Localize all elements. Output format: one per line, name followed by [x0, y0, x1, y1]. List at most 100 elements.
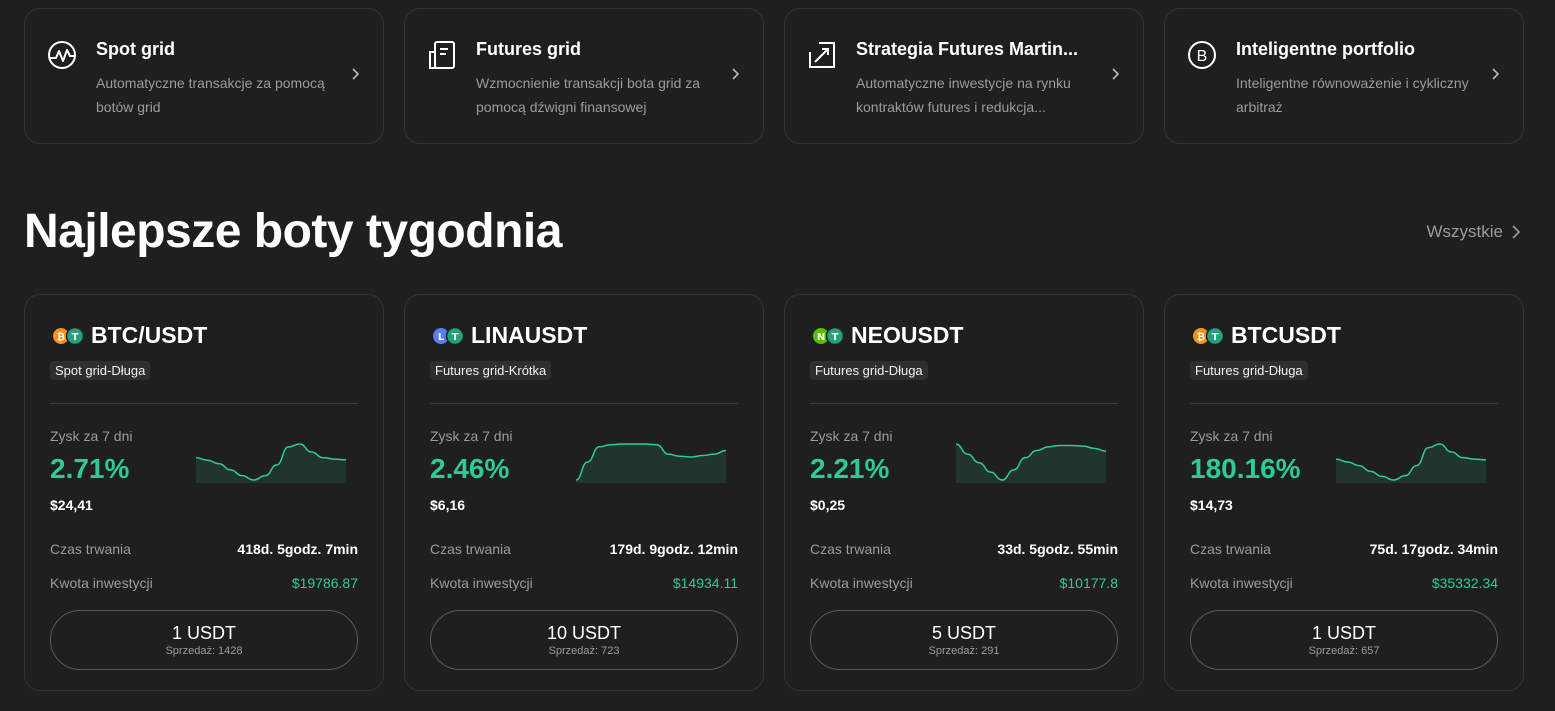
divider	[430, 403, 738, 404]
svg-text:₿: ₿	[57, 331, 65, 343]
strategy-desc: Automatyczne transakcje za pomocą botów …	[96, 75, 325, 115]
bot-card[interactable]: ₿ T BTCUSDT Futures grid-Długa Zysk za 7…	[1164, 294, 1524, 691]
divider	[50, 403, 358, 404]
pair-name: NEOUSDT	[851, 322, 964, 348]
investment-label: Kwota inwestycji	[430, 575, 533, 591]
svg-text:₿: ₿	[1197, 331, 1205, 343]
strategy-card-smart-portfolio[interactable]: B Inteligentne portfolio Inteligentne ró…	[1164, 8, 1524, 144]
document-icon	[429, 41, 455, 69]
svg-text:B: B	[1197, 48, 1208, 65]
profit-label: Zysk za 7 dni	[810, 428, 893, 444]
pair-name: BTC/USDT	[91, 322, 208, 348]
chart-wave-icon	[48, 41, 76, 69]
pair-name: LINAUSDT	[471, 322, 588, 348]
strategy-tag: Futures grid-Długa	[810, 361, 928, 380]
svg-text:T: T	[832, 332, 839, 343]
bot-card[interactable]: L T LINAUSDT Futures grid-Krótka Zysk za…	[404, 294, 764, 691]
profit-usd: $14,73	[1190, 497, 1233, 513]
sold-count: Sprzedaż: 657	[1308, 645, 1380, 657]
chevron-right-icon	[732, 68, 740, 80]
coin-b-icon: B	[1188, 41, 1216, 69]
chevron-right-icon	[1492, 68, 1500, 80]
price-label: 10 USDT	[546, 623, 622, 643]
duration-value: 179d. 9godz. 12min	[609, 541, 738, 557]
svg-text:T: T	[72, 332, 79, 343]
profit-label: Zysk za 7 dni	[50, 428, 133, 444]
section-title: Najlepsze boty tygodnia	[24, 205, 562, 258]
see-all-label: Wszystkie	[1426, 222, 1504, 241]
coin-pair-icon: ₿ T	[1193, 326, 1225, 346]
sold-count: Sprzedaż: 1428	[165, 645, 243, 657]
investment-label: Kwota inwestycji	[50, 575, 153, 591]
investment-value: $19786.87	[291, 575, 358, 591]
strategy-card-spot-grid[interactable]: Spot grid Automatyczne transakcje za pom…	[24, 8, 384, 144]
copy-bot-button[interactable]: 10 USDT Sprzedaż: 723	[430, 610, 738, 670]
duration-label: Czas trwania	[430, 541, 511, 557]
sparkline-area	[576, 444, 726, 483]
svg-text:T: T	[452, 332, 459, 343]
copy-bot-button[interactable]: 1 USDT Sprzedaż: 1428	[50, 610, 358, 670]
duration-value: 33d. 5godz. 55min	[997, 541, 1118, 557]
divider	[1190, 403, 1498, 404]
chevron-right-icon	[1112, 68, 1120, 80]
strategy-card-futures-martingale[interactable]: Strategia Futures Martin... Automatyczne…	[784, 8, 1144, 144]
svg-text:N: N	[817, 332, 825, 343]
profit-usd: $24,41	[50, 497, 93, 513]
copy-bot-button[interactable]: 1 USDT Sprzedaż: 657	[1190, 610, 1498, 670]
duration-label: Czas trwania	[810, 541, 891, 557]
strategy-tag: Futures grid-Krótka	[430, 361, 552, 380]
strategy-tag: Spot grid-Długa	[50, 361, 151, 380]
profit-percent: 180.16%	[1190, 453, 1301, 484]
sparkline-chart	[575, 443, 727, 483]
duration-value: 418d. 5godz. 7min	[237, 541, 358, 557]
strategy-title: Futures grid	[476, 39, 582, 59]
profit-usd: $0,25	[810, 497, 846, 513]
strategy-title: Strategia Futures Martin...	[856, 39, 1079, 59]
investment-value: $14934.11	[672, 575, 738, 591]
investment-value: $35332.34	[1431, 575, 1498, 591]
sparkline-area	[1336, 444, 1486, 483]
profit-percent: 2.46%	[430, 453, 510, 484]
bot-card[interactable]: N T NEOUSDT Futures grid-Długa Zysk za 7…	[784, 294, 1144, 691]
strategy-desc: Inteligentne równoważenie i cykliczny ar…	[1236, 75, 1469, 115]
chevron-right-icon	[1512, 225, 1521, 239]
chevron-right-icon	[352, 68, 360, 80]
price-label: 5 USDT	[931, 623, 996, 643]
profit-percent: 2.71%	[50, 453, 130, 484]
sparkline-area	[956, 444, 1106, 483]
svg-text:L: L	[438, 332, 445, 343]
price-label: 1 USDT	[171, 623, 236, 643]
price-label: 1 USDT	[1311, 623, 1376, 643]
trend-chart-icon	[809, 42, 835, 68]
investment-value: $10177.8	[1059, 575, 1118, 591]
sold-count: Sprzedaż: 291	[928, 645, 1000, 657]
duration-value: 75d. 17godz. 34min	[1369, 541, 1498, 557]
pair-name: BTCUSDT	[1231, 322, 1341, 348]
investment-label: Kwota inwestycji	[810, 575, 913, 591]
copy-bot-button[interactable]: 5 USDT Sprzedaż: 291	[810, 610, 1118, 670]
strategy-desc: Automatyczne inwestycje na rynku kontrak…	[856, 75, 1071, 115]
strategy-cards: Spot grid Automatyczne transakcje za pom…	[24, 8, 1524, 144]
sparkline-chart	[195, 443, 347, 483]
profit-label: Zysk za 7 dni	[430, 428, 513, 444]
sparkline-chart	[955, 443, 1107, 483]
profit-usd: $6,16	[430, 497, 466, 513]
bot-card[interactable]: ₿ T BTC/USDT Spot grid-Długa Zysk za 7 d…	[24, 294, 384, 691]
profit-label: Zysk za 7 dni	[1190, 428, 1273, 444]
profit-percent: 2.21%	[810, 453, 890, 484]
coin-pair-icon: N T	[813, 326, 845, 346]
sold-count: Sprzedaż: 723	[548, 645, 620, 657]
duration-label: Czas trwania	[1190, 541, 1271, 557]
strategy-tag: Futures grid-Długa	[1190, 361, 1308, 380]
strategy-title: Inteligentne portfolio	[1236, 39, 1415, 59]
duration-label: Czas trwania	[50, 541, 131, 557]
strategy-card-futures-grid[interactable]: Futures grid Wzmocnienie transakcji bota…	[404, 8, 764, 144]
coin-pair-icon: ₿ T	[53, 326, 85, 346]
see-all-link[interactable]: Wszystkie	[1427, 222, 1522, 242]
divider	[810, 403, 1118, 404]
strategy-title: Spot grid	[96, 39, 175, 59]
strategy-desc: Wzmocnienie transakcji bota grid za pomo…	[476, 75, 701, 115]
investment-label: Kwota inwestycji	[1190, 575, 1293, 591]
sparkline-chart	[1335, 443, 1487, 483]
coin-pair-icon: L T	[433, 326, 465, 346]
